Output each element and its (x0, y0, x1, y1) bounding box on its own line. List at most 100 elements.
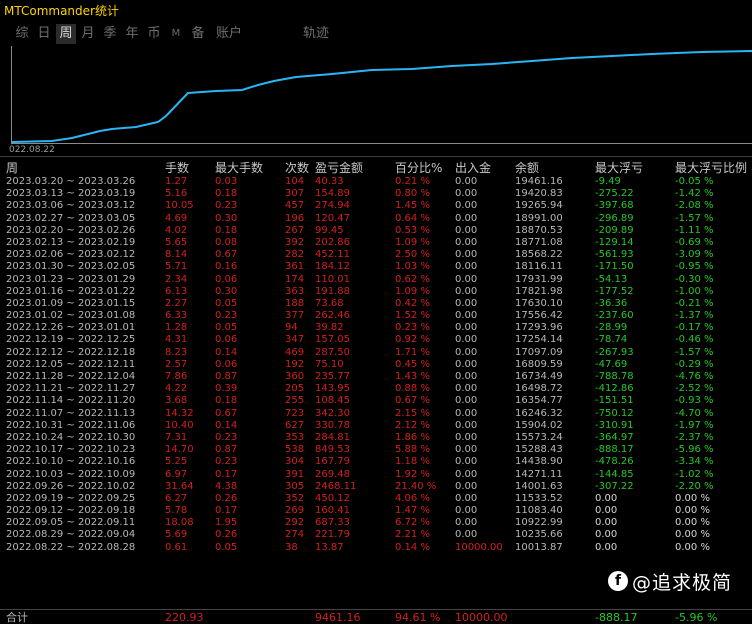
table-row[interactable]: 2022.08.22 ~ 2022.08.28 0.61 0.05 38 13.87 0.… (0, 542, 752, 554)
col-max-float[interactable]: 最大浮亏 (595, 160, 643, 176)
cell-count: 205 (285, 383, 305, 395)
table-row[interactable]: 2022.08.29 ~ 2022.09.04 5.69 0.26 274 221.79… (0, 529, 752, 541)
cell-lots: 6.13 (165, 285, 188, 297)
table-row[interactable]: 2022.11.21 ~ 2022.11.27 4.22 0.39 205 143.95… (0, 383, 752, 395)
table-row[interactable]: 2022.10.17 ~ 2022.10.23 14.70 0.87 538 849.5… (0, 444, 752, 456)
tab-track[interactable]: 轨迹 (298, 24, 334, 44)
table-row[interactable]: 2023.02.06 ~ 2023.02.12 8.14 0.67 282 452.11… (0, 249, 752, 261)
table-row[interactable]: 2023.01.09 ~ 2023.01.15 2.27 0.05 188 73.68 0… (0, 298, 752, 310)
table-row[interactable]: 2023.02.27 ~ 2023.03.05 4.69 0.30 196 120.47… (0, 213, 752, 225)
tab-note[interactable]: 备 (188, 24, 208, 44)
cell-week: 2022.11.28 ~ 2022.12.04 (6, 371, 136, 382)
table-row[interactable]: 2023.03.06 ~ 2023.03.12 10.05 0.23 457 274.9… (0, 200, 752, 212)
col-week[interactable]: 周 (6, 160, 18, 176)
table-row[interactable]: 2023.03.13 ~ 2023.03.19 5.16 0.18 307 154.89… (0, 188, 752, 200)
cell-lots: 0.61 (165, 541, 188, 553)
cell-pct: 0.45 % (395, 358, 430, 370)
cell-max-float: 0.00 (595, 505, 618, 517)
table-row[interactable]: 2022.11.14 ~ 2022.11.20 3.68 0.18 255 108.45… (0, 395, 752, 407)
tab-currency[interactable]: 币 (144, 24, 164, 44)
cell-balance: 10922.99 (515, 517, 563, 529)
cell-pnl: 143.95 (315, 383, 350, 395)
table-row[interactable]: 2022.12.19 ~ 2022.12.25 4.31 0.06 347 157.05… (0, 334, 752, 346)
cell-pct: 5.88 % (395, 444, 430, 456)
col-pct[interactable]: 百分比% (395, 160, 442, 176)
tab-week[interactable]: 周 (56, 24, 76, 44)
table-row[interactable]: 2022.12.12 ~ 2022.12.18 8.23 0.14 469 287.50… (0, 347, 752, 359)
cell-io: 0.00 (455, 431, 478, 443)
tab-magic[interactable]: M (166, 24, 186, 44)
tab-quarter[interactable]: 季 (100, 24, 120, 44)
table-row[interactable]: 2022.12.26 ~ 2023.01.01 1.28 0.05 94 39.82 0.… (0, 322, 752, 334)
cell-max-lots: 0.18 (215, 224, 238, 236)
cell-pnl: 154.89 (315, 188, 350, 200)
table-row[interactable]: 2023.01.30 ~ 2023.02.05 5.71 0.16 361 184.12… (0, 261, 752, 273)
cell-week: 2023.02.20 ~ 2023.02.26 (6, 224, 136, 236)
cell-max-float-pct: -1.37 % (675, 310, 714, 322)
table-row[interactable]: 2022.11.28 ~ 2022.12.04 7.86 0.87 360 235.77… (0, 371, 752, 383)
cell-max-float-pct: -3.34 % (675, 456, 714, 468)
cell-lots: 4.69 (165, 212, 188, 224)
cell-lots: 1.27 (165, 176, 188, 187)
cell-max-float: -9.49 (595, 176, 621, 187)
table-row[interactable]: 2022.11.07 ~ 2022.11.13 14.32 0.67 723 342.3… (0, 408, 752, 420)
cell-max-lots: 0.17 (215, 468, 238, 480)
col-max-float-pct[interactable]: 最大浮亏比例 (675, 160, 747, 176)
cell-max-float-pct: -1.42 % (675, 188, 714, 200)
col-count[interactable]: 次数 (285, 160, 309, 176)
tab-year[interactable]: 年 (122, 24, 142, 44)
cell-max-float: -788.78 (595, 371, 634, 382)
cell-balance: 16498.72 (515, 383, 563, 395)
cell-max-float-pct: -2.20 % (675, 480, 714, 492)
cell-balance: 14438.90 (515, 456, 563, 468)
cell-max-lots: 0.23 (215, 200, 238, 212)
cell-week: 2023.02.06 ~ 2023.02.12 (6, 249, 136, 261)
table-row[interactable]: 2022.10.31 ~ 2022.11.06 10.40 0.14 627 330.7… (0, 420, 752, 432)
table-row[interactable]: 2023.01.16 ~ 2023.01.22 6.13 0.30 363 191.88… (0, 286, 752, 298)
table-row[interactable]: 2022.09.19 ~ 2022.09.25 6.27 0.26 352 450.12… (0, 493, 752, 505)
cell-pnl: 108.45 (315, 395, 350, 407)
cell-io: 0.00 (455, 322, 478, 334)
cell-max-float-pct: -0.46 % (675, 334, 714, 346)
table-row[interactable]: 2022.10.03 ~ 2022.10.09 6.97 0.17 391 269.48… (0, 469, 752, 481)
cell-pnl: 235.77 (315, 371, 350, 382)
cell-pnl: 75.10 (315, 358, 344, 370)
cell-lots: 10.05 (165, 200, 194, 212)
cell-max-lots: 0.17 (215, 505, 238, 517)
table-row[interactable]: 2022.09.12 ~ 2022.09.18 5.78 0.17 269 160.41… (0, 505, 752, 517)
cell-pnl: 191.88 (315, 285, 350, 297)
cell-lots: 6.97 (165, 468, 188, 480)
tab-account[interactable]: 账户 (212, 24, 246, 44)
tab-month[interactable]: 月 (78, 24, 98, 44)
cell-max-float-pct: -2.37 % (675, 431, 714, 443)
table-row[interactable]: 2023.01.02 ~ 2023.01.08 6.33 0.23 377 262.46… (0, 310, 752, 322)
col-io[interactable]: 出入金 (455, 160, 491, 176)
cell-max-float-pct: -0.21 % (675, 297, 714, 309)
table-row[interactable]: 2022.10.24 ~ 2022.10.30 7.31 0.23 353 284.81… (0, 432, 752, 444)
table-row[interactable]: 2022.09.05 ~ 2022.09.11 18.08 1.95 292 687.3… (0, 517, 752, 529)
cell-max-float-pct: -4.70 % (675, 407, 714, 419)
col-lots[interactable]: 手数 (165, 160, 189, 176)
cell-lots: 2.27 (165, 297, 188, 309)
table-row[interactable]: 2023.03.20 ~ 2023.03.26 1.27 0.03 104 40.33 0… (0, 176, 752, 188)
cell-max-float-pct: -0.17 % (675, 322, 714, 334)
cell-count: 304 (285, 456, 305, 468)
cell-io: 0.00 (455, 529, 478, 541)
cell-max-lots: 0.16 (215, 261, 238, 273)
tab-overview[interactable]: 综 (12, 24, 32, 44)
cell-io: 0.00 (455, 212, 478, 224)
col-max-lots[interactable]: 最大手数 (215, 160, 263, 176)
col-pnl[interactable]: 盈亏金额 (315, 160, 363, 176)
table-row[interactable]: 2022.10.10 ~ 2022.10.16 5.25 0.23 304 167.79… (0, 456, 752, 468)
cell-io: 0.00 (455, 395, 478, 407)
table-row[interactable]: 2023.02.20 ~ 2023.02.26 4.02 0.18 267 99.45 0… (0, 225, 752, 237)
table-row[interactable]: 2023.01.23 ~ 2023.01.29 2.34 0.06 174 110.01… (0, 274, 752, 286)
col-balance[interactable]: 余额 (515, 160, 539, 176)
tab-day[interactable]: 日 (34, 24, 54, 44)
cell-week: 2023.03.20 ~ 2023.03.26 (6, 176, 136, 187)
cell-max-lots: 0.05 (215, 541, 238, 553)
table-row[interactable]: 2022.12.05 ~ 2022.12.11 2.57 0.06 192 75.10 0… (0, 359, 752, 371)
cell-pct: 1.43 % (395, 371, 430, 382)
table-row[interactable]: 2023.02.13 ~ 2023.02.19 5.65 0.08 392 202.86… (0, 237, 752, 249)
table-row[interactable]: 2022.09.26 ~ 2022.10.02 31.64 4.38 305 2468.… (0, 481, 752, 493)
